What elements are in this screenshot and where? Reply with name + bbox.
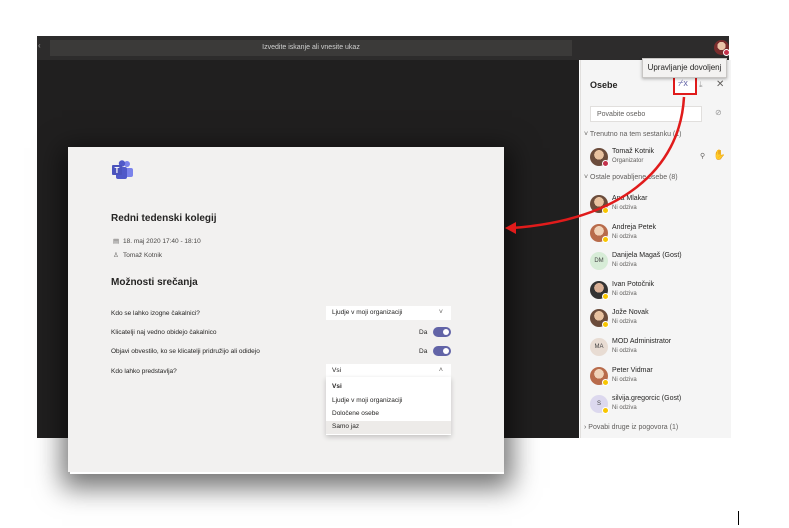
callers-toggle-label: Da [419, 329, 428, 336]
meeting-title: Redni tedenski kolegij [111, 213, 217, 224]
avatar [590, 148, 609, 167]
chevron-down-icon: ˅ [438, 309, 443, 316]
callers-toggle[interactable] [433, 327, 451, 337]
list-item[interactable]: Jože Novak Ni odziva [590, 307, 725, 331]
list-item[interactable]: DM Danijela Magaš (Gost) Ni odziva [590, 250, 725, 274]
list-item[interactable]: Ana Mlakar Ni odziva [590, 193, 725, 217]
close-icon[interactable]: ✕ [716, 79, 724, 90]
chevron-up-icon: ˄ [438, 367, 443, 374]
list-item[interactable]: S silvija.gregorcic (Gost) Ni odziva [590, 393, 725, 417]
section-current[interactable]: ˅ Trenutno na tem sestanku (1) [584, 131, 681, 138]
calendar-icon: ▤ [113, 238, 120, 245]
pin-icon[interactable]: ⚲ [700, 152, 705, 160]
panel-title: Osebe [590, 80, 618, 90]
avatar [590, 281, 609, 300]
announce-label: Objavi obvestilo, ko se klicatelji pridr… [111, 348, 260, 355]
avatar [590, 195, 609, 214]
list-item[interactable]: Ivan Potočnik Ni odziva [590, 279, 725, 303]
person-icon: ♙ [113, 252, 119, 259]
raised-hand-icon: ✋ [713, 150, 726, 161]
meeting-organizer: ♙ Tomaž Kotnik [113, 252, 163, 259]
list-item[interactable]: Peter Vidmar Ni odziva [590, 365, 725, 389]
dropdown-option[interactable]: Določene osebe [332, 410, 379, 417]
manage-permissions-icon[interactable]: ⌿x [678, 78, 688, 89]
back-icon[interactable]: ‹ [38, 41, 41, 50]
avatar [590, 367, 609, 386]
options-title: Možnosti srečanja [111, 277, 198, 288]
avatar: DM [590, 252, 608, 270]
share-link-icon[interactable]: ⊘ [715, 108, 722, 117]
present-select[interactable]: Vsi ˄ [326, 364, 451, 378]
bypass-label: Kdo se lahko izogne čakalnici? [111, 310, 200, 317]
bypass-select[interactable]: Ljudje v moji organizaciji ˅ [326, 306, 451, 320]
announce-toggle[interactable] [433, 346, 451, 356]
meeting-datetime: ▤ 18. maj 2020 17:40 - 18:10 [113, 238, 201, 245]
tooltip: Upravljanje dovoljenj [642, 58, 727, 78]
present-label: Kdo lahko predstavlja? [111, 368, 177, 375]
announce-toggle-label: Da [419, 348, 428, 355]
profile-avatar[interactable] [714, 40, 730, 56]
search-input[interactable]: Izvedite iskanje ali vnesite ukaz [50, 40, 572, 56]
avatar: MA [590, 338, 608, 356]
list-item[interactable]: Andreja Petek Ni odziva [590, 222, 725, 246]
section-invite[interactable]: › Povabi druge iz pogovora (1) [584, 424, 678, 431]
avatar [590, 309, 609, 328]
svg-text:T: T [115, 166, 120, 175]
avatar [590, 224, 609, 243]
invite-person-input[interactable]: Povabite osebo [590, 106, 702, 122]
callers-label: Klicatelji naj vedno obidejo čakalnico [111, 329, 217, 336]
text-cursor [738, 511, 739, 525]
list-item[interactable]: MA MOD Administrator Ni odziva [590, 336, 725, 360]
teams-logo-icon: T [112, 160, 133, 179]
avatar: S [590, 395, 609, 414]
present-dropdown: Vsi Ljudje v moji organizaciji Določene … [326, 377, 451, 435]
dropdown-option[interactable]: Samo jaz [332, 423, 359, 430]
download-icon[interactable]: ⤓ [699, 80, 703, 90]
section-others[interactable]: ˅ Ostale povabljene osebe (8) [584, 174, 678, 181]
dropdown-option[interactable]: Ljudje v moji organizaciji [332, 397, 402, 404]
dropdown-option[interactable]: Vsi [332, 383, 342, 390]
